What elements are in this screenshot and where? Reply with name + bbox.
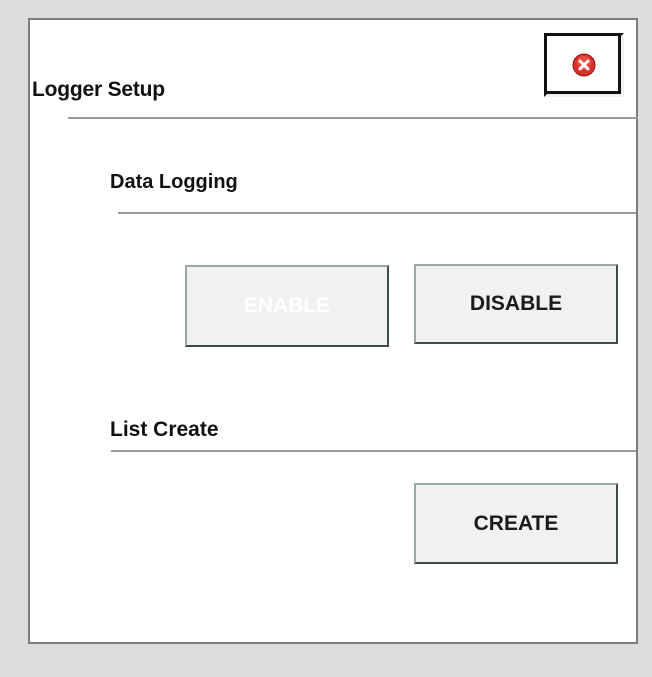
close-button[interactable] — [544, 33, 624, 97]
enable-button[interactable]: ENABLE — [185, 265, 389, 347]
dialog-title: Logger Setup — [32, 78, 165, 101]
disable-button[interactable]: DISABLE — [414, 264, 618, 344]
close-icon — [572, 53, 596, 77]
list-create-divider — [111, 450, 636, 452]
title-divider — [68, 117, 638, 119]
data-logging-label: Data Logging — [110, 171, 238, 193]
create-button[interactable]: CREATE — [414, 483, 618, 564]
data-logging-divider — [118, 212, 636, 214]
list-create-label: List Create — [110, 418, 219, 441]
